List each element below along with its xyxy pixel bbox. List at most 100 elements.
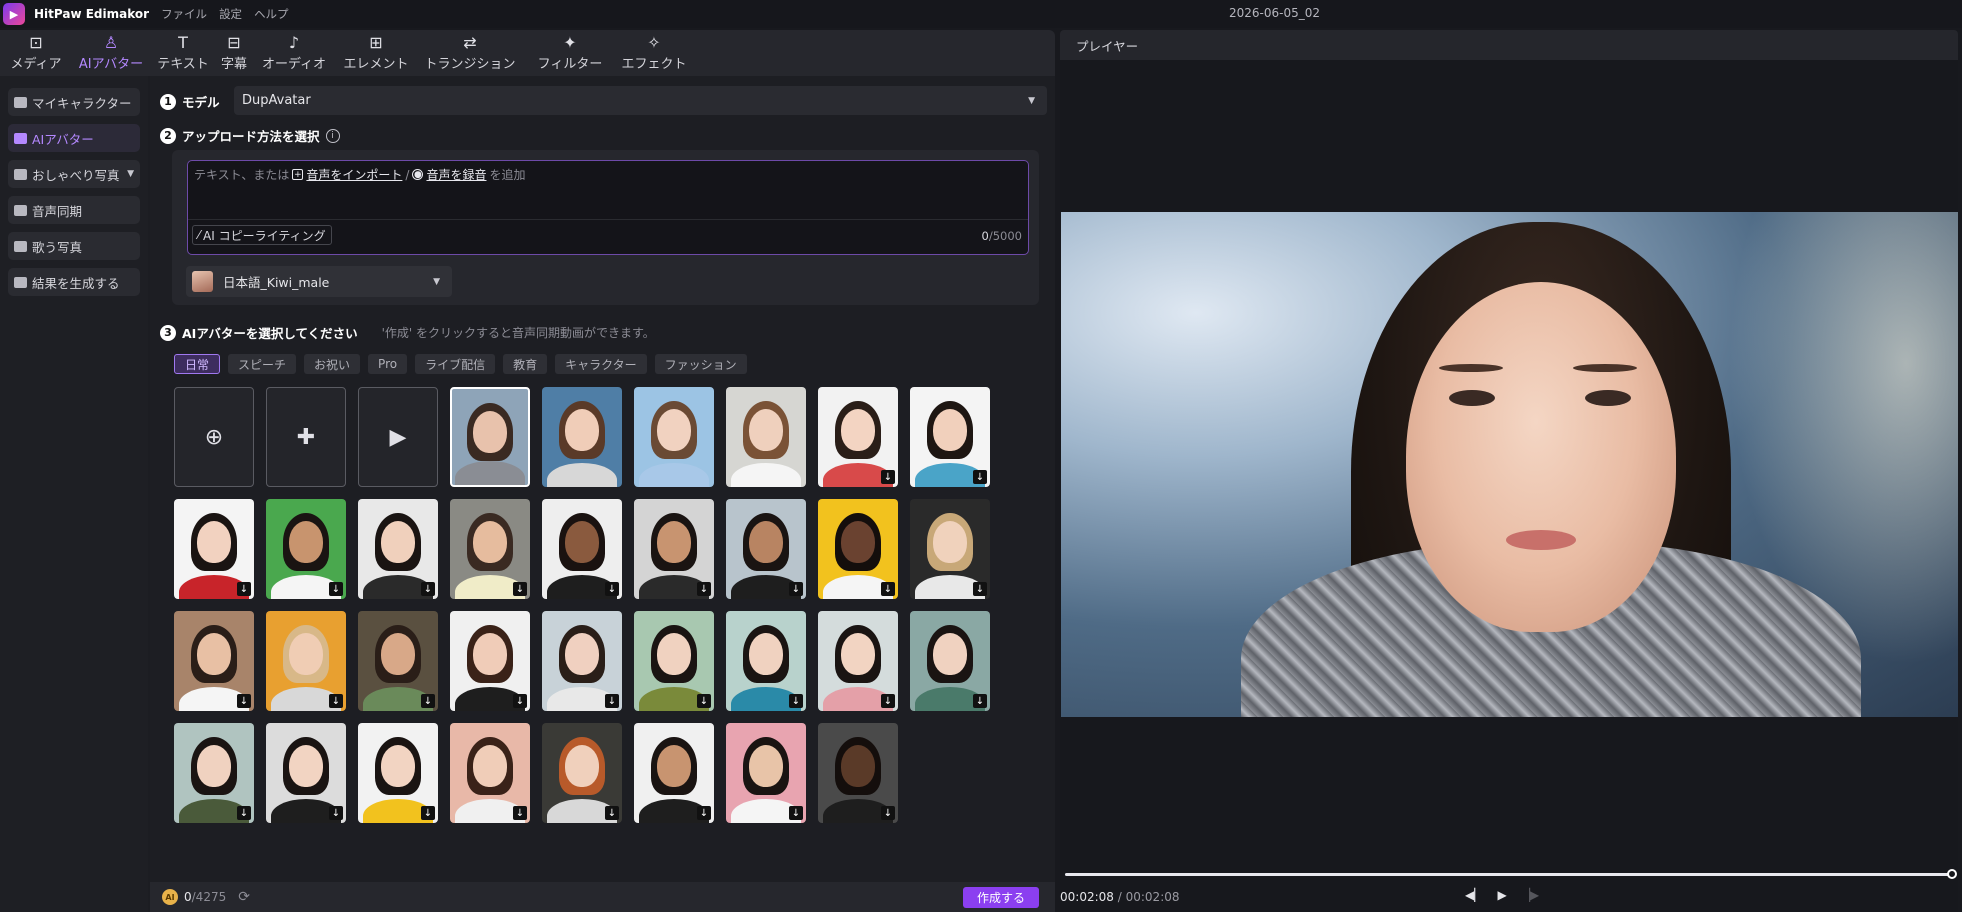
download-icon[interactable]: ↓ xyxy=(513,694,527,708)
tab-transition[interactable]: ⇄ トランジション xyxy=(416,30,524,76)
avatar-tile[interactable]: ↓ xyxy=(910,499,990,599)
avatar-tile[interactable]: ↓ xyxy=(542,499,622,599)
avatar-tile[interactable]: ↓ xyxy=(542,723,622,823)
sidebar-item-results[interactable]: 結果を生成する xyxy=(8,268,140,296)
scrubber-handle[interactable] xyxy=(1947,869,1957,879)
download-icon[interactable]: ↓ xyxy=(973,694,987,708)
download-icon[interactable]: ↓ xyxy=(421,806,435,820)
avatar-action-tile[interactable]: ▶ xyxy=(358,387,438,487)
video-preview[interactable] xyxy=(1061,212,1958,717)
create-button[interactable]: 作成する xyxy=(962,887,1039,908)
avatar-action-tile[interactable]: ✚ xyxy=(266,387,346,487)
model-select[interactable]: DupAvatar ▼ xyxy=(234,86,1047,115)
category-live[interactable]: ライブ配信 xyxy=(415,354,496,374)
category-education[interactable]: 教育 xyxy=(503,354,548,374)
sidebar-item-singing-photo[interactable]: 歌う写真 xyxy=(8,232,140,260)
tab-text[interactable]: T テキスト xyxy=(150,30,216,76)
avatar-tile[interactable] xyxy=(450,387,530,487)
tab-ai-avatar[interactable]: ♙ AIアバター xyxy=(72,30,150,76)
avatar-action-tile[interactable]: ⊕ xyxy=(174,387,254,487)
download-icon[interactable]: ↓ xyxy=(329,806,343,820)
avatar-tile[interactable]: ↓ xyxy=(634,723,714,823)
download-icon[interactable]: ↓ xyxy=(237,694,251,708)
avatar-tile[interactable]: ↓ xyxy=(450,499,530,599)
avatar-tile[interactable]: ↓ xyxy=(358,499,438,599)
download-icon[interactable]: ↓ xyxy=(513,806,527,820)
play-icon[interactable]: ▶ xyxy=(1497,888,1506,902)
category-pro[interactable]: Pro xyxy=(368,354,408,374)
avatar-tile[interactable]: ↓ xyxy=(542,611,622,711)
ai-copywriting-button[interactable]: ⁄ AI コピーライティング xyxy=(192,225,332,245)
download-icon[interactable]: ↓ xyxy=(513,582,527,596)
avatar-tile[interactable]: ↓ xyxy=(726,723,806,823)
avatar-tile[interactable]: ↓ xyxy=(266,499,346,599)
download-icon[interactable]: ↓ xyxy=(237,806,251,820)
next-frame-icon[interactable]: ▕▶ xyxy=(1521,888,1539,902)
download-icon[interactable]: ↓ xyxy=(973,582,987,596)
avatar-tile[interactable] xyxy=(542,387,622,487)
tab-subtitle[interactable]: ⊟ 字幕 xyxy=(216,30,252,76)
avatar-tile[interactable]: ↓ xyxy=(450,611,530,711)
avatar-tile[interactable]: ↓ xyxy=(634,611,714,711)
download-icon[interactable]: ↓ xyxy=(697,582,711,596)
avatar-tile[interactable]: ↓ xyxy=(818,611,898,711)
avatar-tile[interactable] xyxy=(726,387,806,487)
timeline-scrubber[interactable] xyxy=(1065,869,1957,879)
tab-effect[interactable]: ✧ エフェクト xyxy=(616,30,692,76)
avatar-tile[interactable]: ↓ xyxy=(726,611,806,711)
download-icon[interactable]: ↓ xyxy=(789,806,803,820)
sidebar-item-lip-sync[interactable]: 音声同期 xyxy=(8,196,140,224)
download-icon[interactable]: ↓ xyxy=(697,694,711,708)
download-icon[interactable]: ↓ xyxy=(329,694,343,708)
script-textarea[interactable]: テキスト、または + 音声をインポート / ● 音声を録音 を追加 ⁄ AI コ… xyxy=(187,160,1029,255)
download-icon[interactable]: ↓ xyxy=(881,806,895,820)
download-icon[interactable]: ↓ xyxy=(605,694,619,708)
avatar-tile[interactable]: ↓ xyxy=(174,611,254,711)
download-icon[interactable]: ↓ xyxy=(789,582,803,596)
tab-media[interactable]: ⊡ メディア xyxy=(0,30,72,76)
tab-audio[interactable]: ♪ オーディオ xyxy=(252,30,336,76)
download-icon[interactable]: ↓ xyxy=(881,694,895,708)
tab-filter[interactable]: ✦ フィルター xyxy=(524,30,616,76)
avatar-tile[interactable]: ↓ xyxy=(174,723,254,823)
category-celebration[interactable]: お祝い xyxy=(304,354,361,374)
avatar-tile[interactable]: ↓ xyxy=(818,723,898,823)
info-icon[interactable]: i xyxy=(325,128,340,143)
download-icon[interactable]: ↓ xyxy=(421,694,435,708)
download-icon[interactable]: ↓ xyxy=(881,470,895,484)
avatar-tile[interactable] xyxy=(634,387,714,487)
avatar-tile[interactable]: ↓ xyxy=(910,387,990,487)
category-fashion[interactable]: ファッション xyxy=(654,354,747,374)
download-icon[interactable]: ↓ xyxy=(605,582,619,596)
menu-settings[interactable]: 設定 xyxy=(219,6,242,22)
sidebar-item-my-character[interactable]: マイキャラクター xyxy=(8,88,140,116)
refresh-icon[interactable]: ⟳ xyxy=(238,889,250,905)
avatar-tile[interactable]: ↓ xyxy=(818,387,898,487)
record-audio-link[interactable]: 音声を録音 xyxy=(426,166,486,183)
avatar-tile[interactable]: ↓ xyxy=(266,723,346,823)
previous-frame-icon[interactable]: ◀▏ xyxy=(1465,888,1483,902)
menu-file[interactable]: ファイル xyxy=(161,6,207,22)
download-icon[interactable]: ↓ xyxy=(421,582,435,596)
avatar-tile[interactable]: ↓ xyxy=(266,611,346,711)
avatar-tile[interactable]: ↓ xyxy=(726,499,806,599)
avatar-tile[interactable]: ↓ xyxy=(358,611,438,711)
avatar-tile[interactable]: ↓ xyxy=(174,499,254,599)
download-icon[interactable]: ↓ xyxy=(697,806,711,820)
import-audio-link[interactable]: 音声をインポート xyxy=(306,166,402,183)
download-icon[interactable]: ↓ xyxy=(789,694,803,708)
download-icon[interactable]: ↓ xyxy=(237,582,251,596)
download-icon[interactable]: ↓ xyxy=(329,582,343,596)
sidebar-item-ai-avatar[interactable]: AIアバター xyxy=(8,124,140,152)
category-daily[interactable]: 日常 xyxy=(174,354,221,374)
download-icon[interactable]: ↓ xyxy=(605,806,619,820)
avatar-tile[interactable]: ↓ xyxy=(818,499,898,599)
download-icon[interactable]: ↓ xyxy=(973,470,987,484)
category-character[interactable]: キャラクター xyxy=(555,354,647,374)
tab-element[interactable]: ⊞ エレメント xyxy=(336,30,416,76)
avatar-tile[interactable]: ↓ xyxy=(450,723,530,823)
category-speech[interactable]: スピーチ xyxy=(228,354,297,374)
menu-help[interactable]: ヘルプ xyxy=(254,6,289,22)
sidebar-item-talking-photo[interactable]: おしゃべり写真 ▼ xyxy=(8,160,140,188)
download-icon[interactable]: ↓ xyxy=(881,582,895,596)
